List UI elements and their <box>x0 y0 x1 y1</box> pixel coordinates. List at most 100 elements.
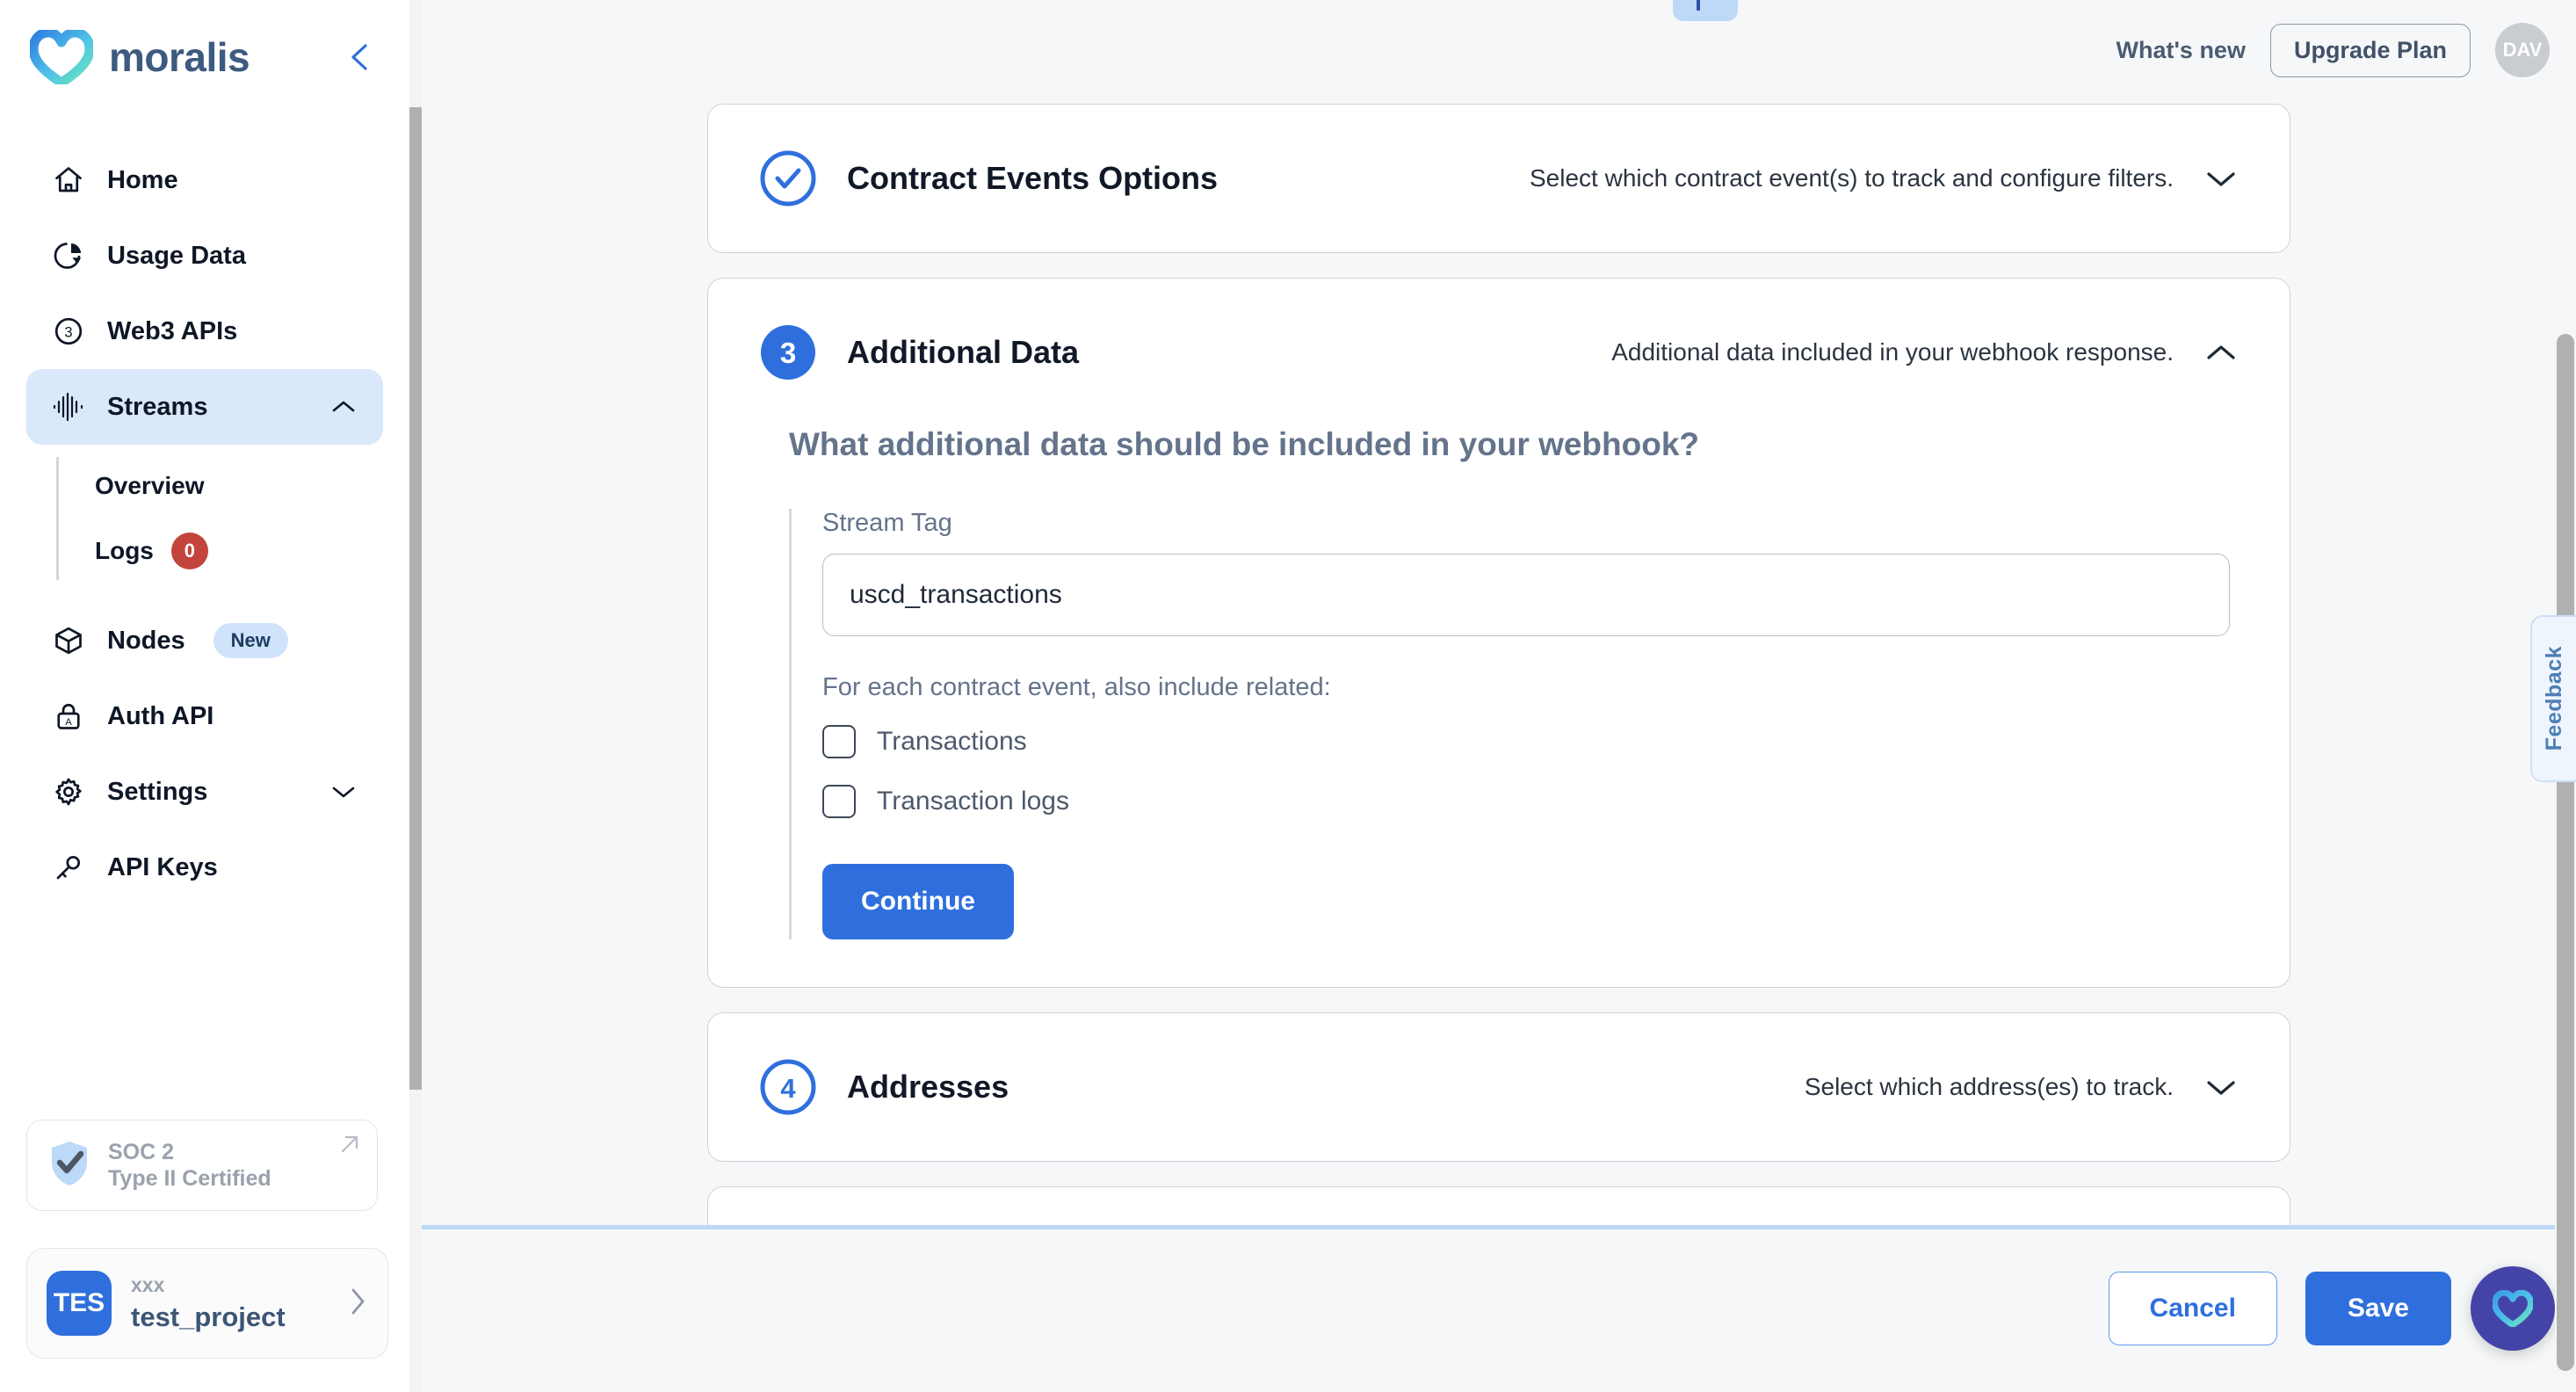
soc2-line1: SOC 2 <box>108 1139 175 1164</box>
step-number-badge: 4 <box>759 1058 817 1116</box>
step-subtitle: Additional data included in your webhook… <box>1611 338 2174 366</box>
flag-icon[interactable] <box>1673 0 1738 21</box>
step-title: Addresses <box>847 1069 1009 1105</box>
step-header[interactable]: Contract Events Options Select which con… <box>708 105 2290 252</box>
save-button[interactable]: Save <box>2305 1272 2451 1345</box>
feedback-tab[interactable]: Feedback <box>2530 615 2576 782</box>
step-title: Contract Events Options <box>847 160 1219 196</box>
upgrade-plan-button[interactable]: Upgrade Plan <box>2269 23 2471 77</box>
soc2-line2: Type II Certified <box>108 1166 271 1191</box>
checkbox-label: Transactions <box>877 727 1027 756</box>
project-meta: xxx test_project <box>131 1273 328 1334</box>
sidebar-subitem-overview[interactable]: Overview <box>91 453 409 518</box>
sidebar-item-nodes[interactable]: Nodes New <box>26 603 383 678</box>
soc2-text: SOC 2 Type II Certified <box>108 1139 271 1193</box>
svg-text:3: 3 <box>780 337 796 369</box>
step-header[interactable]: 4 Addresses Select which address(es) to … <box>708 1013 2290 1161</box>
svg-text:3: 3 <box>64 325 72 341</box>
footer-actions: Cancel Save <box>2108 1272 2451 1345</box>
sidebar-item-auth-api[interactable]: A Auth API <box>26 678 383 754</box>
sidebar-item-home[interactable]: Home <box>26 142 383 218</box>
chevron-left-icon <box>348 41 373 73</box>
additional-data-form: Stream Tag For each contract event, also… <box>789 509 2239 939</box>
cancel-button[interactable]: Cancel <box>2108 1272 2277 1345</box>
home-icon <box>51 163 86 198</box>
sidebar-item-usage-data[interactable]: Usage Data <box>26 218 383 294</box>
step-number-badge: 3 <box>759 323 817 381</box>
sidebar-nav: Home Usage Data 3 Web3 APIs Streams Over… <box>0 114 409 905</box>
sidebar-item-label: Settings <box>107 777 208 806</box>
step-title: Additional Data <box>847 334 1080 370</box>
sidebar-item-label: Nodes <box>107 626 185 655</box>
svg-text:4: 4 <box>780 1073 796 1104</box>
step-subtitle: Select which contract event(s) to track … <box>1530 164 2174 192</box>
stream-tag-label: Stream Tag <box>822 509 952 537</box>
topbar-actions: What's new Upgrade Plan DAV <box>2117 23 2550 77</box>
feedback-tab-label: Feedback <box>2541 646 2566 751</box>
soc2-certification-card[interactable]: SOC 2 Type II Certified <box>26 1120 378 1211</box>
project-selector[interactable]: TES xxx test_project <box>26 1248 388 1359</box>
step-card-additional-data: 3 Additional Data Additional data includ… <box>707 278 2290 988</box>
gear-icon <box>51 774 86 809</box>
brand-logo[interactable]: moralis <box>28 27 250 88</box>
svg-text:A: A <box>65 717 72 728</box>
sidebar-subitem-label: Overview <box>95 472 205 499</box>
app-root: moralis Home Usage Data 3 Web3 APIs Stre… <box>0 0 2576 1392</box>
topbar: What's new Upgrade Plan DAV <box>422 0 2576 104</box>
sidebar-item-web3-apis[interactable]: 3 Web3 APIs <box>26 294 383 369</box>
checkbox-transaction-logs[interactable] <box>822 785 856 818</box>
page-scrollbar-thumb[interactable] <box>2557 334 2574 1371</box>
sidebar-item-label: API Keys <box>107 852 218 881</box>
nodes-new-badge: New <box>213 623 288 658</box>
sidebar-scrollbar-thumb[interactable] <box>409 107 422 1090</box>
step-card-addresses: 4 Addresses Select which address(es) to … <box>707 1012 2290 1162</box>
stream-tag-input[interactable] <box>822 554 2230 636</box>
sidebar-subitem-logs[interactable]: Logs 0 <box>91 518 409 584</box>
step-card-contract-events-options: Contract Events Options Select which con… <box>707 104 2290 253</box>
steps-container: Contract Events Options Select which con… <box>422 104 2576 1239</box>
sidebar-item-settings[interactable]: Settings <box>26 754 383 830</box>
continue-button[interactable]: Continue <box>822 864 1014 939</box>
chevron-down-icon[interactable] <box>2203 1069 2239 1105</box>
chevron-up-icon[interactable] <box>329 392 358 422</box>
sidebar-item-label: Home <box>107 165 178 194</box>
whats-new-link[interactable]: What's new <box>2117 37 2246 64</box>
step-header[interactable]: 3 Additional Data Additional data includ… <box>708 279 2290 426</box>
project-org: xxx <box>131 1272 165 1296</box>
footer-bar: Cancel Save <box>422 1229 2576 1392</box>
chevron-down-icon[interactable] <box>329 777 358 807</box>
moralis-chat-icon[interactable] <box>2471 1266 2555 1351</box>
logs-count-badge: 0 <box>170 533 208 569</box>
chevron-up-icon[interactable] <box>2203 335 2239 370</box>
sidebar-item-label: Streams <box>107 392 208 421</box>
sidebar-header: moralis <box>0 0 409 114</box>
brand-name: moralis <box>109 34 250 80</box>
checkbox-transactions[interactable] <box>822 725 856 758</box>
chevron-down-icon[interactable] <box>2203 161 2239 196</box>
sidebar-subnav-streams: Overview Logs 0 <box>56 453 409 584</box>
cube-icon <box>51 623 86 658</box>
user-avatar[interactable]: DAV <box>2495 23 2550 77</box>
main-content: What's new Upgrade Plan DAV Contract Eve… <box>422 0 2576 1392</box>
additional-data-question: What additional data should be included … <box>789 426 1700 462</box>
sidebar-subitem-label: Logs <box>95 537 154 564</box>
checkbox-row-transactions[interactable]: Transactions <box>822 725 2239 758</box>
step-subtitle: Select which address(es) to track. <box>1804 1073 2174 1100</box>
checkbox-label: Transaction logs <box>877 787 1069 816</box>
sidebar-item-label: Web3 APIs <box>107 316 238 345</box>
sidebar-collapse-button[interactable] <box>341 38 380 76</box>
project-avatar: TES <box>47 1271 112 1336</box>
sidebar-scrollbar[interactable] <box>409 0 422 1392</box>
lock-a-icon: A <box>51 699 86 734</box>
waveform-icon <box>51 389 86 424</box>
sidebar: moralis Home Usage Data 3 Web3 APIs Stre… <box>0 0 409 1392</box>
chevron-right-icon <box>347 1286 368 1322</box>
include-related-label: For each contract event, also include re… <box>822 673 1331 701</box>
checkbox-row-transaction-logs[interactable]: Transaction logs <box>822 785 2239 818</box>
sidebar-item-streams[interactable]: Streams <box>26 369 383 445</box>
pie-chart-icon <box>51 238 86 273</box>
sidebar-item-api-keys[interactable]: API Keys <box>26 830 383 905</box>
sidebar-item-label: Auth API <box>107 701 214 730</box>
key-icon <box>51 850 86 885</box>
additional-data-body: What additional data should be included … <box>708 426 2290 987</box>
